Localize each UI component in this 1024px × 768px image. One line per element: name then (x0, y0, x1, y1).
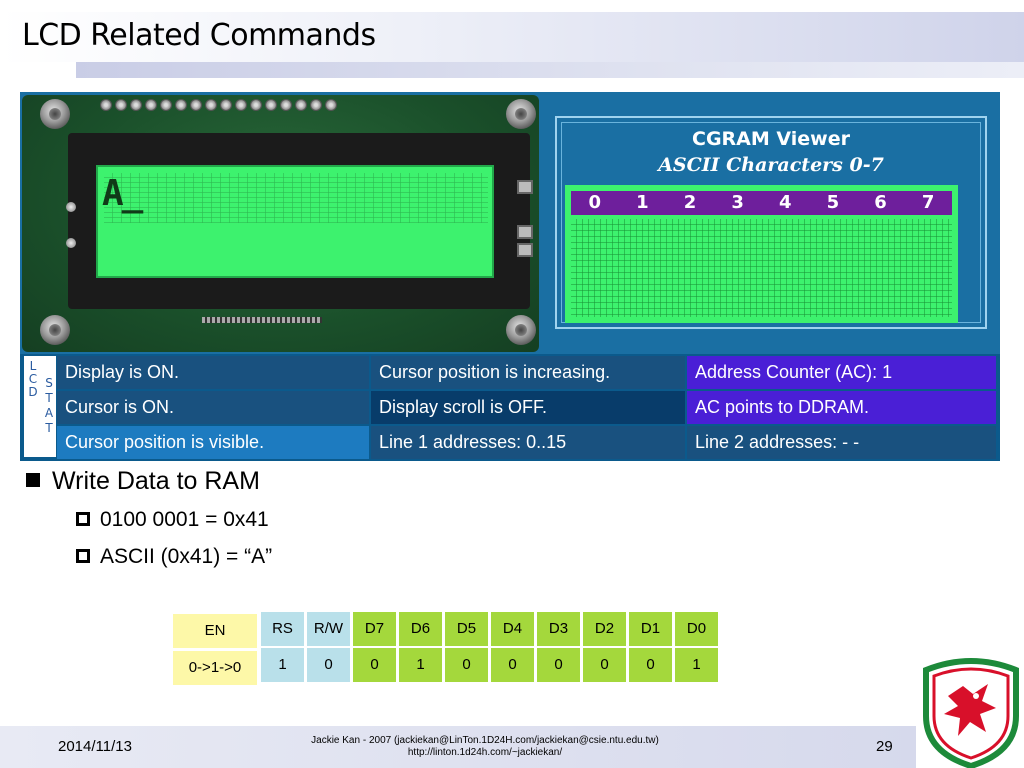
lcd-simulator-screenshot: A_ CGRAM Viewer ASCII Characters 0-7 0 1… (20, 92, 1000, 461)
status-cell: Display scroll is OFF. (371, 391, 685, 424)
bit-value: 1 (675, 648, 718, 682)
cgram-column-label: 5 (826, 192, 840, 213)
university-crest-logo (918, 656, 1024, 768)
bit-value: 1 (261, 648, 304, 682)
bit-header: D1 (629, 612, 672, 646)
bit-value: 0 (491, 648, 534, 682)
bit-header: D2 (583, 612, 626, 646)
bit-header: D3 (537, 612, 580, 646)
bit-header: D0 (675, 612, 718, 646)
cgram-viewer: CGRAM Viewer ASCII Characters 0-7 0 1 2 … (555, 116, 987, 329)
status-cell: AC points to DDRAM. (687, 391, 996, 424)
status-cell: Line 2 addresses: - - (687, 426, 996, 459)
status-cell: Cursor position is increasing. (371, 356, 685, 389)
header-pins (100, 99, 340, 113)
cgram-dot-matrix (571, 219, 952, 317)
screw-icon (40, 99, 70, 129)
lcd-side-label: L C D (24, 356, 42, 457)
status-cell: Cursor position is visible. (57, 426, 369, 459)
bit-value: 1 (399, 648, 442, 682)
cgram-grid: 0 1 2 3 4 5 6 7 (565, 185, 958, 323)
bit-header: RS (261, 612, 304, 646)
stat-side-label: S T A T (42, 356, 56, 457)
cgram-column-label: 1 (636, 192, 649, 213)
title-underbar (76, 62, 1024, 78)
filled-square-bullet-icon (26, 473, 40, 487)
cgram-subtitle: ASCII Characters 0-7 (658, 154, 884, 176)
en-value: 0->1->0 (173, 651, 257, 685)
bit-header: D5 (445, 612, 488, 646)
status-cell: Address Counter (AC): 1 (687, 356, 996, 389)
bit-header: D6 (399, 612, 442, 646)
screw-icon (506, 99, 536, 129)
lcd-character: A_ (102, 173, 143, 214)
cgram-column-label: 7 (921, 192, 935, 213)
bit-value: 0 (445, 648, 488, 682)
status-cell: Line 1 addresses: 0..15 (371, 426, 685, 459)
cgram-column-label: 3 (731, 192, 744, 213)
bit-value: 0 (537, 648, 580, 682)
page-number: 29 (876, 738, 893, 755)
cgram-column-label: 2 (683, 192, 697, 213)
slide-footer: 2014/11/13 Jackie Kan - 2007 (jackiekan@… (0, 726, 916, 768)
cgram-column-label: 4 (779, 192, 792, 213)
bit-header: D7 (353, 612, 396, 646)
bit-value: 0 (353, 648, 396, 682)
footer-credit: Jackie Kan - 2007 (jackiekan@LinTon.1D24… (311, 735, 659, 758)
cgram-title: CGRAM Viewer (692, 128, 850, 150)
bit-value: 0 (583, 648, 626, 682)
lcd-screen (96, 165, 494, 278)
status-cell: Display is ON. (57, 356, 369, 389)
cgram-column-label: 6 (874, 192, 887, 213)
slide-title: LCD Related Commands (22, 18, 376, 53)
status-cell: Cursor is ON. (57, 391, 369, 424)
screw-icon (506, 315, 536, 345)
screw-icon (40, 315, 70, 345)
bullet-sub: ASCII (0x41) = “A” (76, 545, 272, 569)
cgram-header: 0 1 2 3 4 5 6 7 (571, 191, 952, 215)
hollow-square-bullet-icon (76, 549, 90, 563)
bit-value: 0 (307, 648, 350, 682)
bullet-main: Write Data to RAM (26, 467, 260, 496)
bit-header: R/W (307, 612, 350, 646)
cgram-column-label: 0 (588, 192, 602, 213)
footer-date: 2014/11/13 (58, 738, 132, 755)
bit-value: 0 (629, 648, 672, 682)
hollow-square-bullet-icon (76, 512, 90, 526)
en-header: EN (173, 614, 257, 648)
bit-header: D4 (491, 612, 534, 646)
status-table: L C D S T A T Display is ON. Cursor posi… (20, 354, 1000, 461)
bullet-sub: 0100 0001 = 0x41 (76, 508, 269, 532)
